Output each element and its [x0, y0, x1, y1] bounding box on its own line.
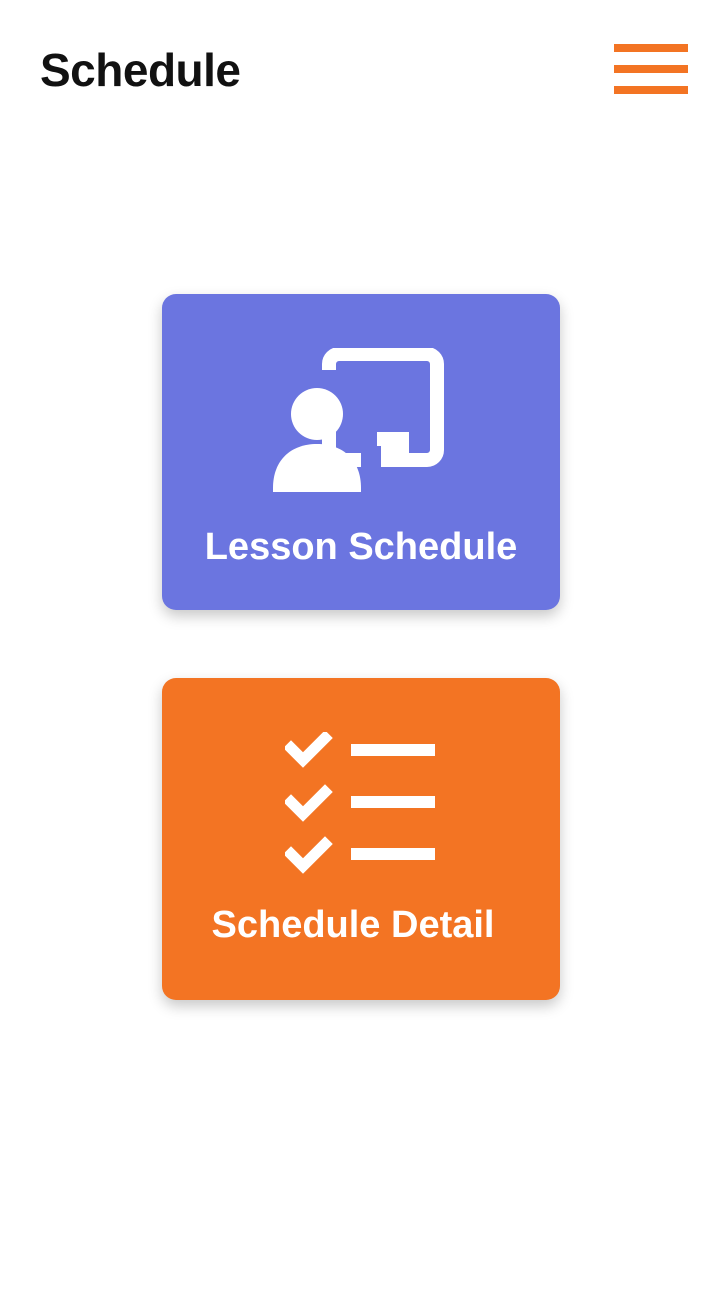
menu-button[interactable]: [614, 44, 688, 94]
schedule-detail-label: Schedule Detail: [211, 904, 495, 946]
schedule-page: Schedule Lesson Schedule Schedule Detail: [0, 0, 720, 1296]
page-title: Schedule: [40, 44, 241, 96]
schedule-detail-card[interactable]: Schedule Detail: [162, 678, 560, 1000]
lesson-schedule-label: Lesson Schedule: [204, 526, 518, 568]
header: Schedule: [0, 0, 720, 140]
lesson-schedule-card[interactable]: Lesson Schedule: [162, 294, 560, 610]
checklist-icon: [162, 732, 560, 878]
menu-bar-bottom: [614, 86, 688, 94]
teacher-whiteboard-icon: [162, 348, 560, 492]
menu-bar-middle: [614, 65, 688, 73]
menu-bar-top: [614, 44, 688, 52]
